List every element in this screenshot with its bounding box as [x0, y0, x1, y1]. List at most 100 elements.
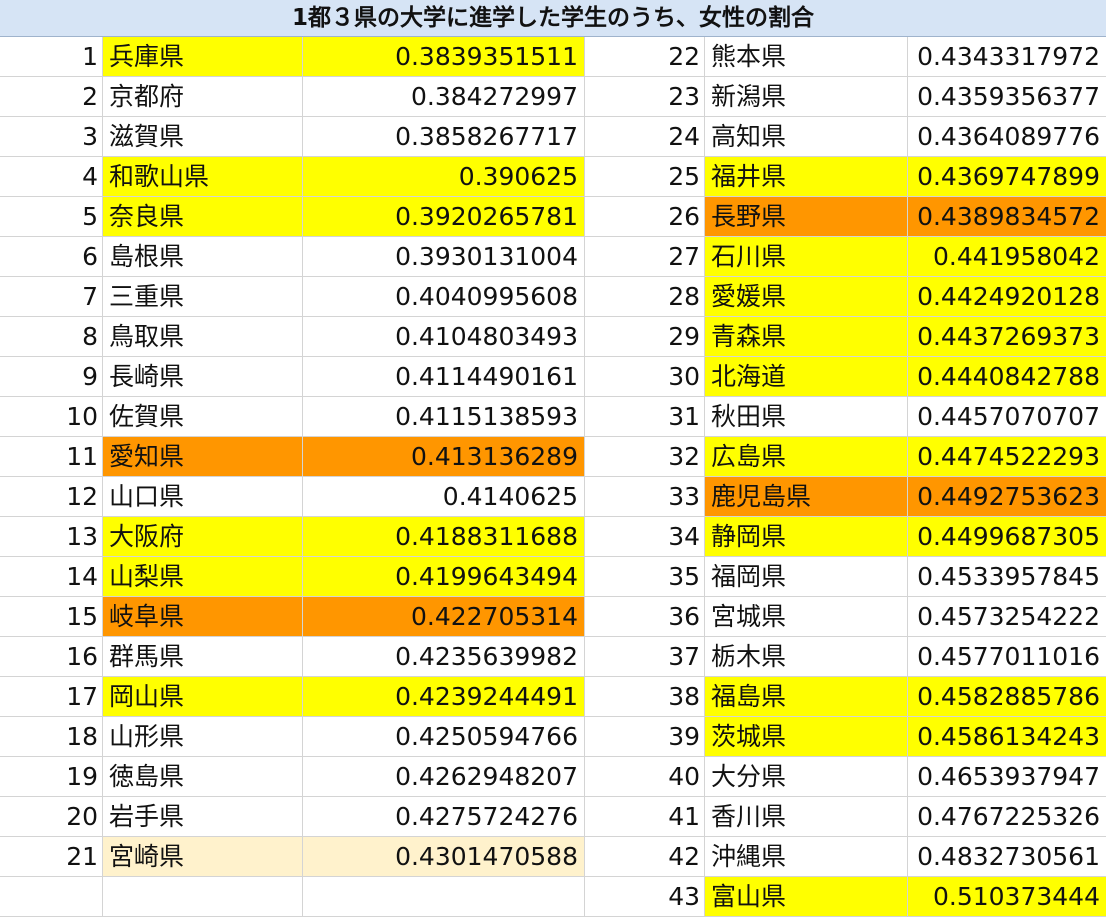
prefecture-cell[interactable]: 茨城県 [705, 717, 908, 756]
rank-cell[interactable]: 11 [0, 437, 103, 476]
prefecture-cell[interactable]: 広島県 [705, 437, 908, 476]
ratio-cell[interactable]: 0.4301470588 [303, 837, 585, 876]
rank-cell[interactable]: 23 [585, 77, 705, 116]
rank-cell[interactable]: 24 [585, 117, 705, 156]
rank-cell[interactable]: 32 [585, 437, 705, 476]
prefecture-cell[interactable]: 徳島県 [103, 757, 303, 796]
rank-cell[interactable]: 22 [585, 37, 705, 76]
ratio-cell[interactable]: 0.4437269373 [908, 317, 1106, 356]
ratio-cell[interactable]: 0.422705314 [303, 597, 585, 636]
rank-cell[interactable]: 37 [585, 637, 705, 676]
prefecture-cell[interactable]: 秋田県 [705, 397, 908, 436]
ratio-cell[interactable]: 0.3930131004 [303, 237, 585, 276]
prefecture-cell[interactable]: 栃木県 [705, 637, 908, 676]
prefecture-cell[interactable]: 熊本県 [705, 37, 908, 76]
prefecture-cell[interactable]: 青森県 [705, 317, 908, 356]
prefecture-cell[interactable]: 高知県 [705, 117, 908, 156]
ratio-cell[interactable]: 0.4457070707 [908, 397, 1106, 436]
prefecture-cell[interactable]: 奈良県 [103, 197, 303, 236]
ratio-cell[interactable]: 0.4239244491 [303, 677, 585, 716]
prefecture-cell[interactable]: 兵庫県 [103, 37, 303, 76]
rank-cell[interactable]: 9 [0, 357, 103, 396]
prefecture-cell[interactable]: 滋賀県 [103, 117, 303, 156]
rank-cell[interactable]: 19 [0, 757, 103, 796]
prefecture-cell[interactable]: 福井県 [705, 157, 908, 196]
rank-cell[interactable]: 25 [585, 157, 705, 196]
rank-cell[interactable]: 20 [0, 797, 103, 836]
ratio-cell[interactable] [303, 877, 585, 916]
prefecture-cell[interactable]: 宮城県 [705, 597, 908, 636]
prefecture-cell[interactable]: 三重県 [103, 277, 303, 316]
prefecture-cell[interactable]: 鳥取県 [103, 317, 303, 356]
ratio-cell[interactable]: 0.3920265781 [303, 197, 585, 236]
prefecture-cell[interactable]: 石川県 [705, 237, 908, 276]
ratio-cell[interactable]: 0.4440842788 [908, 357, 1106, 396]
rank-cell[interactable]: 14 [0, 557, 103, 596]
prefecture-cell[interactable]: 大分県 [705, 757, 908, 796]
ratio-cell[interactable]: 0.4104803493 [303, 317, 585, 356]
prefecture-cell[interactable]: 岩手県 [103, 797, 303, 836]
prefecture-cell[interactable]: 山形県 [103, 717, 303, 756]
ratio-cell[interactable]: 0.4262948207 [303, 757, 585, 796]
prefecture-cell[interactable]: 香川県 [705, 797, 908, 836]
prefecture-cell[interactable]: 鹿児島県 [705, 477, 908, 516]
prefecture-cell[interactable]: 福岡県 [705, 557, 908, 596]
ratio-cell[interactable]: 0.4767225326 [908, 797, 1106, 836]
rank-cell[interactable]: 13 [0, 517, 103, 556]
rank-cell[interactable]: 18 [0, 717, 103, 756]
ratio-cell[interactable]: 0.4832730561 [908, 837, 1106, 876]
prefecture-cell[interactable]: 福島県 [705, 677, 908, 716]
ratio-cell[interactable]: 0.4577011016 [908, 637, 1106, 676]
prefecture-cell[interactable]: 宮崎県 [103, 837, 303, 876]
prefecture-cell[interactable]: 岐阜県 [103, 597, 303, 636]
rank-cell[interactable]: 34 [585, 517, 705, 556]
ratio-cell[interactable]: 0.4275724276 [303, 797, 585, 836]
rank-cell[interactable]: 41 [585, 797, 705, 836]
ratio-cell[interactable]: 0.4359356377 [908, 77, 1106, 116]
rank-cell[interactable]: 28 [585, 277, 705, 316]
prefecture-cell[interactable]: 山梨県 [103, 557, 303, 596]
rank-cell[interactable]: 12 [0, 477, 103, 516]
rank-cell[interactable]: 42 [585, 837, 705, 876]
ratio-cell[interactable]: 0.4582885786 [908, 677, 1106, 716]
rank-cell[interactable] [0, 877, 103, 916]
prefecture-cell[interactable]: 沖縄県 [705, 837, 908, 876]
ratio-cell[interactable]: 0.3858267717 [303, 117, 585, 156]
ratio-cell[interactable]: 0.4653937947 [908, 757, 1106, 796]
ratio-cell[interactable]: 0.4235639982 [303, 637, 585, 676]
ratio-cell[interactable]: 0.4140625 [303, 477, 585, 516]
ratio-cell[interactable]: 0.4040995608 [303, 277, 585, 316]
ratio-cell[interactable]: 0.4114490161 [303, 357, 585, 396]
prefecture-cell[interactable]: 和歌山県 [103, 157, 303, 196]
rank-cell[interactable]: 2 [0, 77, 103, 116]
ratio-cell[interactable]: 0.4250594766 [303, 717, 585, 756]
ratio-cell[interactable]: 0.3839351511 [303, 37, 585, 76]
rank-cell[interactable]: 27 [585, 237, 705, 276]
rank-cell[interactable]: 21 [0, 837, 103, 876]
ratio-cell[interactable]: 0.4586134243 [908, 717, 1106, 756]
rank-cell[interactable]: 10 [0, 397, 103, 436]
prefecture-cell[interactable]: 北海道 [705, 357, 908, 396]
prefecture-cell[interactable]: 長野県 [705, 197, 908, 236]
prefecture-cell[interactable]: 岡山県 [103, 677, 303, 716]
rank-cell[interactable]: 8 [0, 317, 103, 356]
rank-cell[interactable]: 31 [585, 397, 705, 436]
prefecture-cell[interactable]: 京都府 [103, 77, 303, 116]
ratio-cell[interactable]: 0.4492753623 [908, 477, 1106, 516]
rank-cell[interactable]: 38 [585, 677, 705, 716]
rank-cell[interactable]: 43 [585, 877, 705, 916]
prefecture-cell[interactable]: 大阪府 [103, 517, 303, 556]
ratio-cell[interactable]: 0.4533957845 [908, 557, 1106, 596]
rank-cell[interactable]: 36 [585, 597, 705, 636]
prefecture-cell[interactable]: 長崎県 [103, 357, 303, 396]
prefecture-cell[interactable]: 群馬県 [103, 637, 303, 676]
ratio-cell[interactable]: 0.390625 [303, 157, 585, 196]
ratio-cell[interactable]: 0.441958042 [908, 237, 1106, 276]
ratio-cell[interactable]: 0.384272997 [303, 77, 585, 116]
ratio-cell[interactable]: 0.4343317972 [908, 37, 1106, 76]
rank-cell[interactable]: 16 [0, 637, 103, 676]
rank-cell[interactable]: 33 [585, 477, 705, 516]
prefecture-cell[interactable]: 佐賀県 [103, 397, 303, 436]
prefecture-cell[interactable] [103, 877, 303, 916]
prefecture-cell[interactable]: 静岡県 [705, 517, 908, 556]
